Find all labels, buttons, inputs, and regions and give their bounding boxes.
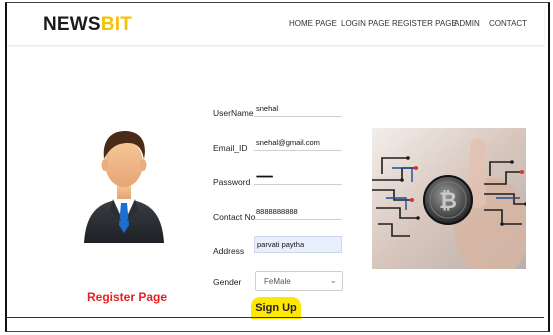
gender-select-value: FeMale bbox=[264, 276, 291, 286]
contact-label: Contact No. bbox=[213, 212, 258, 222]
user-avatar-icon bbox=[84, 131, 164, 243]
address-field[interactable]: parvati paytha bbox=[254, 236, 342, 253]
address-label: Address bbox=[213, 246, 245, 256]
brand-part-1: NEWS bbox=[43, 14, 101, 35]
sign-up-button[interactable]: Sign Up bbox=[251, 297, 301, 319]
nav-home[interactable]: HOME PAGE bbox=[289, 19, 337, 28]
email-label: Email_ID bbox=[213, 143, 248, 153]
brand-logo[interactable]: NEWSBIT bbox=[43, 14, 132, 36]
nav-admin[interactable]: ADMIN bbox=[454, 19, 480, 28]
page-title: Register Page bbox=[87, 290, 168, 304]
email-field[interactable]: snehal@gmail.com bbox=[254, 134, 342, 151]
username-field[interactable]: snehal bbox=[254, 100, 342, 117]
password-label: Password bbox=[213, 177, 251, 187]
password-field[interactable]: •••••••••• bbox=[254, 168, 342, 185]
brand-part-2: BIT bbox=[100, 14, 133, 35]
username-label: UserName bbox=[213, 108, 254, 118]
gender-select[interactable]: FeMale ⌄ bbox=[255, 271, 343, 291]
bitcoin-circuit-image: ₿ bbox=[372, 128, 526, 269]
nav-register[interactable]: REGISTER PAGE bbox=[392, 19, 457, 28]
nav-contact[interactable]: CONTACT bbox=[489, 19, 527, 28]
svg-text:₿: ₿ bbox=[439, 189, 457, 214]
gender-label: Gender bbox=[213, 277, 242, 287]
chevron-down-icon: ⌄ bbox=[329, 275, 337, 285]
nav-login[interactable]: LOGIN PAGE bbox=[341, 19, 390, 28]
contact-field[interactable]: 8888888888 bbox=[254, 203, 342, 220]
footer-divider bbox=[7, 317, 544, 318]
